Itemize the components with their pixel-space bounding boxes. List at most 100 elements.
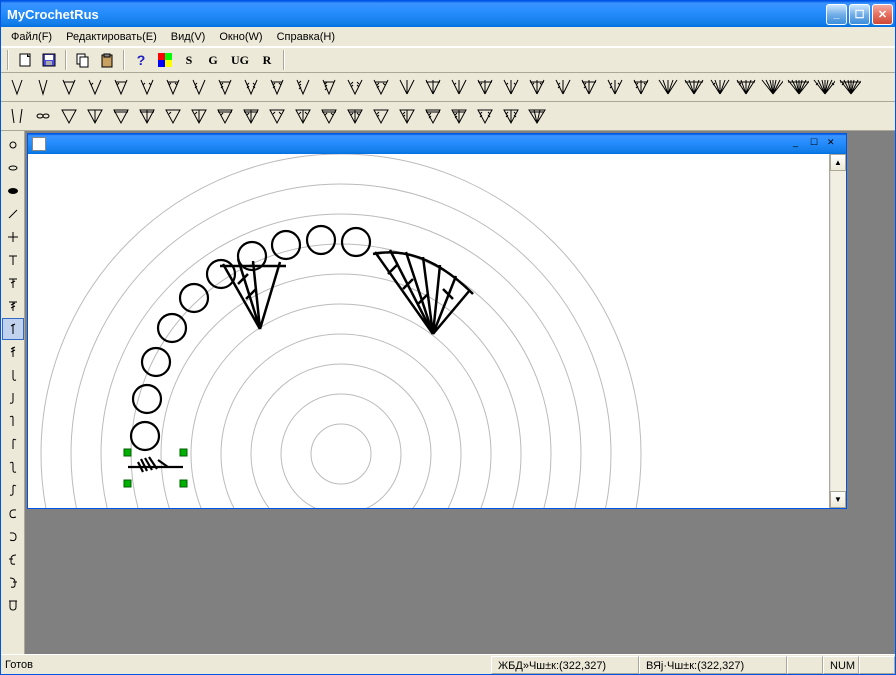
menu-window[interactable]: Окно(W): [213, 29, 268, 45]
tool-s1[interactable]: [2, 456, 24, 478]
stitch-db1[interactable]: [4, 104, 30, 128]
minimize-button[interactable]: _: [826, 4, 847, 25]
doc-minimize-button[interactable]: _: [793, 137, 810, 152]
menu-view[interactable]: Вид(V): [165, 29, 212, 45]
stitch-v14[interactable]: [342, 75, 368, 99]
stitch-tri4[interactable]: [134, 104, 160, 128]
doc-close-button[interactable]: ✕: [827, 137, 844, 152]
stitch-tri18[interactable]: [498, 104, 524, 128]
stitch-v11[interactable]: [264, 75, 290, 99]
tool-s2[interactable]: [2, 479, 24, 501]
stitch-tri6[interactable]: [186, 104, 212, 128]
stitch-tri8[interactable]: [238, 104, 264, 128]
tool-slash[interactable]: [2, 203, 24, 225]
stitch-f1[interactable]: [394, 75, 420, 99]
menu-help[interactable]: Справка(H): [271, 29, 341, 45]
stitch-f2[interactable]: [420, 75, 446, 99]
stitch-v10[interactable]: [238, 75, 264, 99]
save-button[interactable]: [38, 49, 60, 71]
tool-hook1[interactable]: [2, 364, 24, 386]
stitch-tri11[interactable]: [316, 104, 342, 128]
document-titlebar[interactable]: _ ☐ ✕: [28, 134, 846, 154]
stitch-tri7[interactable]: [212, 104, 238, 128]
tool-u[interactable]: [2, 594, 24, 616]
tool-vbar2[interactable]: [2, 341, 24, 363]
stitch-tri10[interactable]: [290, 104, 316, 128]
tool-vbar[interactable]: [2, 318, 24, 340]
stitch-v15[interactable]: [368, 75, 394, 99]
menu-edit[interactable]: Редактировать(E): [60, 29, 163, 45]
stitch-v6[interactable]: [134, 75, 160, 99]
tool-t-dash[interactable]: [2, 272, 24, 294]
s-button[interactable]: S: [178, 49, 200, 71]
stitch-tri14[interactable]: [394, 104, 420, 128]
stitch-f9[interactable]: [602, 75, 628, 99]
doc-maximize-button[interactable]: ☐: [810, 137, 827, 152]
drawing-canvas[interactable]: [28, 154, 829, 508]
stitch-v3[interactable]: [56, 75, 82, 99]
stitch-tri12[interactable]: [342, 104, 368, 128]
stitch-tri13[interactable]: [368, 104, 394, 128]
tool-plus[interactable]: [2, 226, 24, 248]
tool-sq2[interactable]: [2, 571, 24, 593]
stitch-tri9[interactable]: [264, 104, 290, 128]
ug-button[interactable]: UG: [226, 49, 254, 71]
copy-button[interactable]: [72, 49, 94, 71]
stitch-f4[interactable]: [472, 75, 498, 99]
stitch-v13[interactable]: [316, 75, 342, 99]
tool-hook3[interactable]: [2, 410, 24, 432]
close-button[interactable]: ✕: [872, 4, 893, 25]
stitch-v8[interactable]: [186, 75, 212, 99]
stitch-fan5[interactable]: [758, 75, 784, 99]
scroll-down-button[interactable]: ▼: [830, 491, 846, 508]
stitch-v9[interactable]: [212, 75, 238, 99]
stitch-fan1[interactable]: [654, 75, 680, 99]
stitch-f8[interactable]: [576, 75, 602, 99]
stitch-v7[interactable]: [160, 75, 186, 99]
tool-c1[interactable]: [2, 502, 24, 524]
stitch-v12[interactable]: [290, 75, 316, 99]
tool-t-dash2[interactable]: [2, 295, 24, 317]
stitch-tri17[interactable]: [472, 104, 498, 128]
stitch-db2[interactable]: [30, 104, 56, 128]
menu-file[interactable]: Файл(F): [5, 29, 58, 45]
scroll-up-button[interactable]: ▲: [830, 154, 846, 171]
stitch-f5[interactable]: [498, 75, 524, 99]
stitch-f10[interactable]: [628, 75, 654, 99]
stitch-v1[interactable]: [4, 75, 30, 99]
stitch-tri1[interactable]: [56, 104, 82, 128]
scroll-track[interactable]: [830, 171, 846, 491]
stitch-fan7[interactable]: [810, 75, 836, 99]
paste-button[interactable]: [96, 49, 118, 71]
new-button[interactable]: [14, 49, 36, 71]
tool-sq1[interactable]: [2, 548, 24, 570]
stitch-v4[interactable]: [82, 75, 108, 99]
stitch-fan8[interactable]: [836, 75, 862, 99]
stitch-v2[interactable]: [30, 75, 56, 99]
tool-t[interactable]: [2, 249, 24, 271]
stitch-fan2[interactable]: [680, 75, 706, 99]
stitch-v5[interactable]: [108, 75, 134, 99]
stitch-tri2[interactable]: [82, 104, 108, 128]
g-button[interactable]: G: [202, 49, 224, 71]
tool-hook4[interactable]: [2, 433, 24, 455]
stitch-tri3[interactable]: [108, 104, 134, 128]
r-button[interactable]: R: [256, 49, 278, 71]
stitch-f7[interactable]: [550, 75, 576, 99]
stitch-tri19[interactable]: [524, 104, 550, 128]
help-button[interactable]: ?: [130, 49, 152, 71]
stitch-f3[interactable]: [446, 75, 472, 99]
stitch-tri16[interactable]: [446, 104, 472, 128]
stitch-tri5[interactable]: [160, 104, 186, 128]
palette-button[interactable]: [154, 49, 176, 71]
stitch-fan4[interactable]: [732, 75, 758, 99]
stitch-fan6[interactable]: [784, 75, 810, 99]
maximize-button[interactable]: ☐: [849, 4, 870, 25]
tool-oval-small[interactable]: [2, 157, 24, 179]
stitch-fan3[interactable]: [706, 75, 732, 99]
vertical-scrollbar[interactable]: ▲ ▼: [829, 154, 846, 508]
tool-oval-fill[interactable]: [2, 180, 24, 202]
tool-circle-small[interactable]: [2, 134, 24, 156]
stitch-f6[interactable]: [524, 75, 550, 99]
tool-c2[interactable]: [2, 525, 24, 547]
